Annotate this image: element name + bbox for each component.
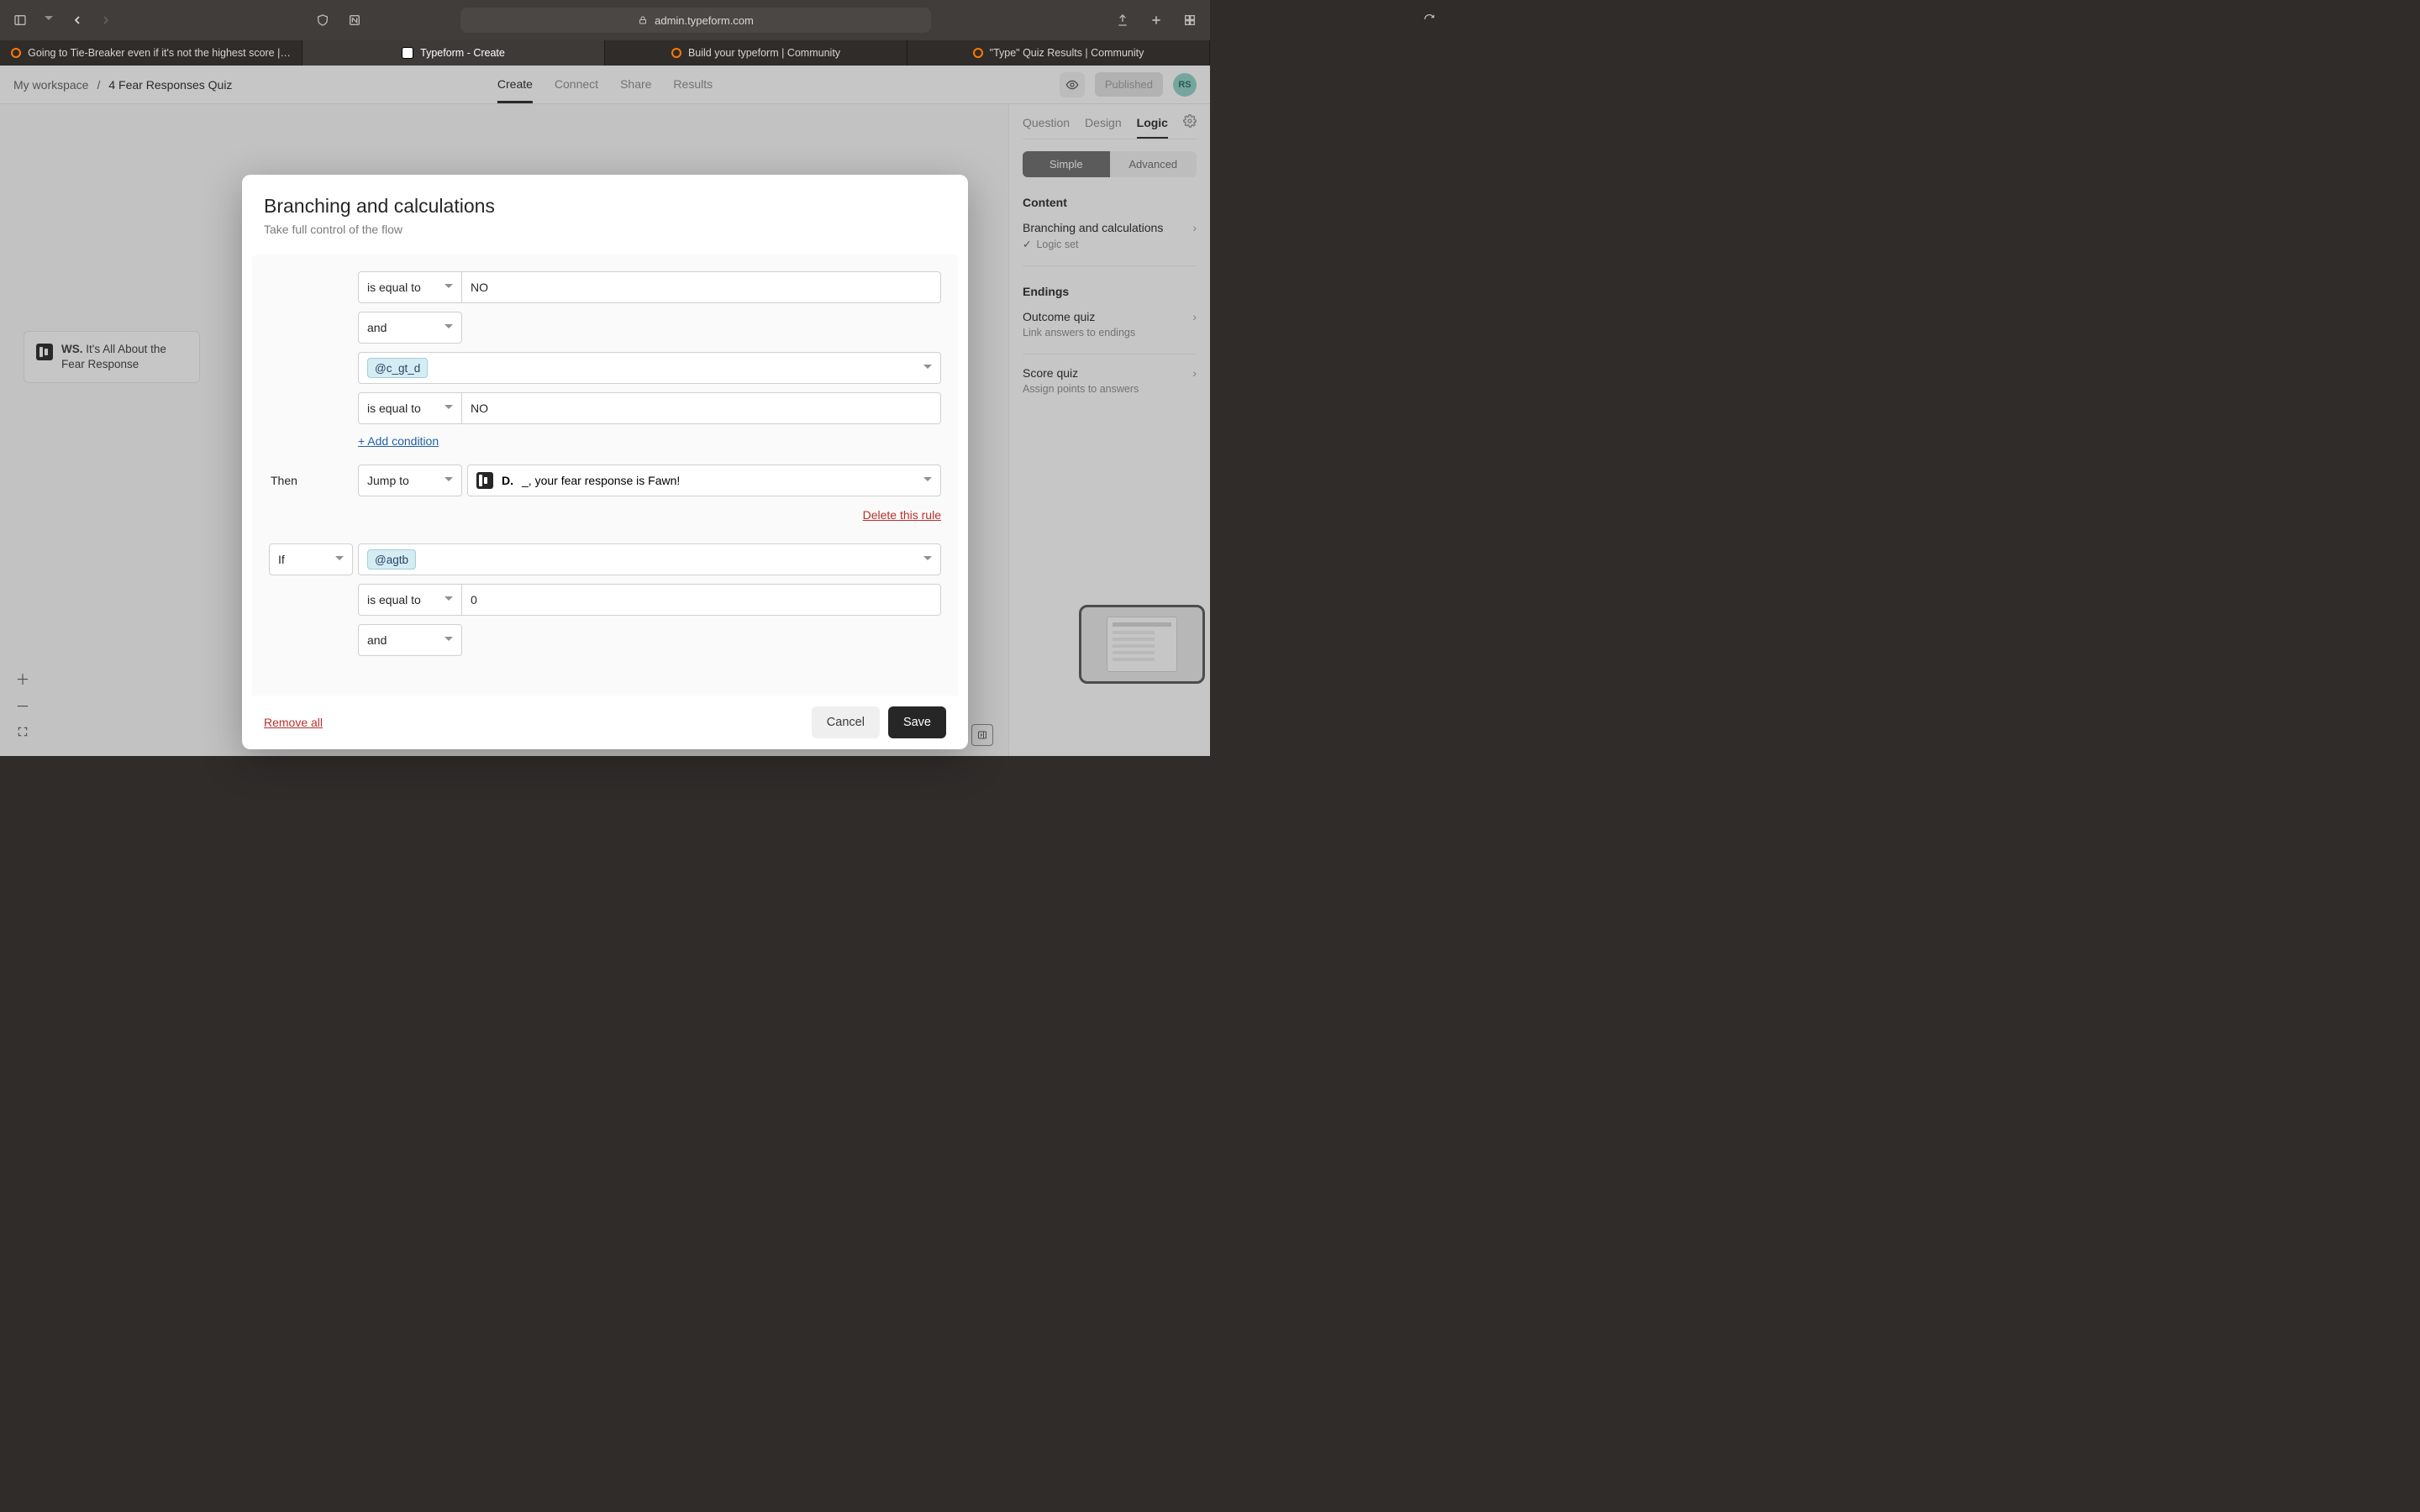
chevron-down-icon <box>335 553 344 567</box>
variable-chip: @agtb <box>367 549 416 570</box>
url-text: admin.typeform.com <box>655 14 754 27</box>
reload-icon[interactable] <box>1423 13 1435 28</box>
value-text: NO <box>471 402 488 415</box>
chevron-down-icon <box>923 361 932 375</box>
cancel-button[interactable]: Cancel <box>812 706 880 738</box>
operator-select[interactable]: is equal to <box>358 584 462 616</box>
back-button[interactable] <box>66 8 89 32</box>
browser-tab[interactable]: Typeform - Create <box>302 40 605 66</box>
modal-body[interactable]: is equal to NO and @c_gt_d <box>252 255 958 696</box>
url-bar[interactable]: admin.typeform.com <box>460 8 931 33</box>
ending-icon <box>476 472 493 489</box>
browser-tab[interactable]: Going to Tie-Breaker even if it's not th… <box>0 40 302 66</box>
if-select[interactable]: If <box>269 543 353 575</box>
chevron-down-icon <box>445 474 453 488</box>
tab-label: Build your typeform | Community <box>688 47 840 59</box>
variable-select[interactable]: @agtb <box>358 543 941 575</box>
value-input[interactable]: NO <box>462 392 941 424</box>
conj-label: and <box>367 633 387 647</box>
action-label: Jump to <box>367 474 409 487</box>
sidebar-toggle-icon[interactable] <box>8 8 32 32</box>
value-text: 0 <box>471 593 477 606</box>
browser-tab[interactable]: "Type" Quiz Results | Community <box>908 40 1210 66</box>
favicon-typeform-icon <box>402 47 413 59</box>
share-icon[interactable] <box>1111 8 1134 32</box>
operator-select[interactable]: is equal to <box>358 271 462 303</box>
operator-label: is equal to <box>367 593 421 606</box>
browser-toolbar: admin.typeform.com <box>0 0 1210 40</box>
toolbar-dropdown-icon[interactable] <box>37 8 60 32</box>
tab-strip: Going to Tie-Breaker even if it's not th… <box>0 40 1210 66</box>
add-condition-link[interactable]: + Add condition <box>358 434 439 448</box>
conj-label: and <box>367 321 387 334</box>
save-button[interactable]: Save <box>888 706 946 738</box>
favicon-community-icon <box>973 48 983 58</box>
chevron-down-icon <box>445 281 453 295</box>
tab-label: Typeform - Create <box>420 47 505 59</box>
tab-overview-icon[interactable] <box>1178 8 1202 32</box>
modal-title: Branching and calculations <box>264 195 946 218</box>
chevron-down-icon <box>923 553 932 567</box>
jump-target-select[interactable]: D. _, your fear response is Fawn! <box>467 465 941 496</box>
variable-select[interactable]: @c_gt_d <box>358 352 941 384</box>
operator-select[interactable]: is equal to <box>358 392 462 424</box>
modal-footer: Remove all Cancel Save <box>242 696 968 749</box>
chevron-down-icon <box>445 402 453 416</box>
operator-label: is equal to <box>367 402 421 415</box>
conjunction-select[interactable]: and <box>358 312 462 344</box>
remove-all-link[interactable]: Remove all <box>264 716 323 729</box>
target-text: _, your fear response is Fawn! <box>522 474 680 487</box>
modal-subtitle: Take full control of the flow <box>264 223 946 236</box>
favicon-community-icon <box>11 48 21 58</box>
value-text: NO <box>471 281 488 294</box>
operator-label: is equal to <box>367 281 421 294</box>
favicon-community-icon <box>671 48 681 58</box>
conjunction-select[interactable]: and <box>358 624 462 656</box>
tab-label: Going to Tie-Breaker even if it's not th… <box>28 47 291 59</box>
chevron-down-icon <box>445 593 453 607</box>
forward-button <box>94 8 118 32</box>
shield-icon[interactable] <box>311 8 334 32</box>
chevron-down-icon <box>923 474 932 488</box>
value-input[interactable]: 0 <box>462 584 941 616</box>
chevron-down-icon <box>445 321 453 335</box>
branching-modal: Branching and calculations Take full con… <box>242 175 968 749</box>
then-label: Then <box>269 474 358 487</box>
chevron-down-icon <box>445 633 453 648</box>
app-root: My workspace / 4 Fear Responses Quiz Cre… <box>0 66 1210 756</box>
variable-chip: @c_gt_d <box>367 358 428 378</box>
notion-icon[interactable] <box>343 8 366 32</box>
target-letter: D. <box>502 474 513 487</box>
value-input[interactable]: NO <box>462 271 941 303</box>
browser-tab[interactable]: Build your typeform | Community <box>605 40 908 66</box>
delete-rule-link[interactable]: Delete this rule <box>269 508 941 522</box>
new-tab-icon[interactable] <box>1144 8 1168 32</box>
if-label: If <box>278 553 285 566</box>
action-select[interactable]: Jump to <box>358 465 462 496</box>
tab-label: "Type" Quiz Results | Community <box>990 47 1144 59</box>
